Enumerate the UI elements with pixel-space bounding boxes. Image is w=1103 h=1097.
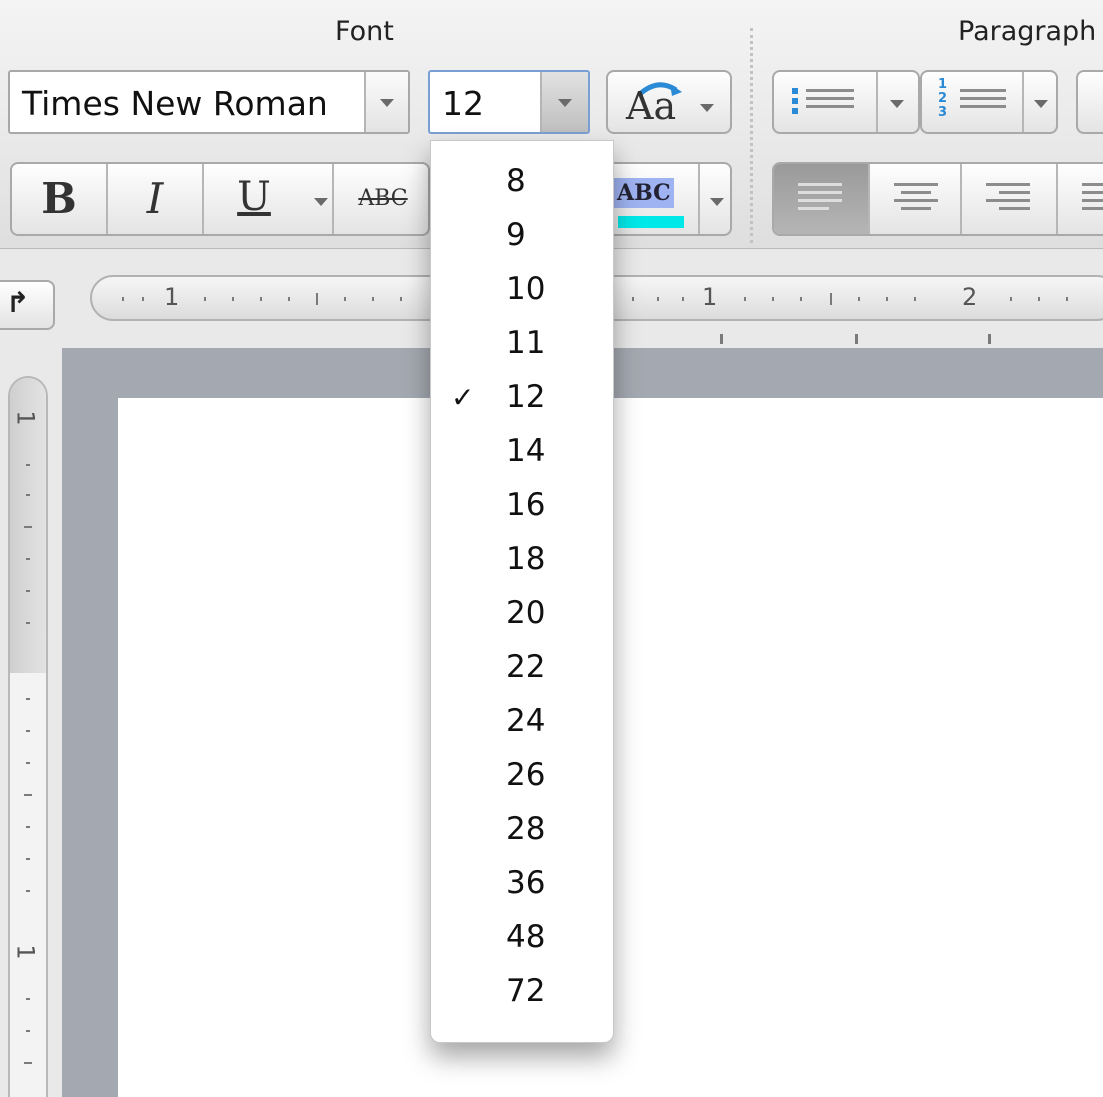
paragraph-group-title: Paragraph	[958, 16, 1097, 47]
strikethrough-button[interactable]: ABC	[334, 164, 432, 234]
bold-label: B	[41, 174, 77, 223]
align-right-button[interactable]	[962, 164, 1058, 234]
italic-label: I	[146, 174, 164, 223]
justify-button[interactable]	[1058, 164, 1103, 234]
font-size-menu[interactable]: 8 9 10 11 ✓ 12 14 16 18 20 22 24 26 28 3…	[430, 140, 614, 1043]
font-size-option-12[interactable]: ✓ 12	[431, 373, 613, 427]
ruler-label: 2	[962, 283, 978, 311]
font-size-option-28[interactable]: 28	[431, 805, 613, 859]
align-center-button[interactable]	[870, 164, 962, 234]
strikethrough-label: ABC	[358, 186, 408, 211]
highlight-color-bar	[618, 216, 684, 228]
chevron-down-icon	[700, 104, 714, 112]
align-left-button[interactable]	[774, 164, 870, 234]
font-size-dropdown-button[interactable]	[540, 72, 588, 132]
align-right-icon	[986, 178, 1030, 215]
tab-selector-button[interactable]: ↱	[0, 280, 55, 330]
font-size-option-9[interactable]: 9	[431, 211, 613, 265]
bullet-list-icon	[806, 84, 854, 113]
bold-button[interactable]: B	[12, 164, 108, 234]
font-size-option-22[interactable]: 22	[431, 643, 613, 697]
font-size-value: 12	[442, 84, 484, 123]
font-size-option-36[interactable]: 36	[431, 859, 613, 913]
italic-button[interactable]: I	[108, 164, 204, 234]
tab-marker[interactable]	[988, 334, 991, 344]
chevron-down-icon	[314, 198, 328, 206]
font-name-value: Times New Roman	[22, 84, 328, 123]
align-left-icon	[798, 178, 842, 215]
align-center-icon	[894, 178, 938, 215]
ruler-label: 1	[11, 410, 40, 426]
change-case-label: Aa	[626, 84, 677, 128]
font-size-option-10[interactable]: 10	[431, 265, 613, 319]
vertical-ruler[interactable]: 1 1	[8, 376, 48, 1097]
chevron-down-icon	[710, 198, 724, 206]
font-size-option-24[interactable]: 24	[431, 697, 613, 751]
font-size-option-8[interactable]: 8	[431, 157, 613, 211]
font-name-combobox[interactable]: Times New Roman	[8, 70, 410, 134]
font-size-option-16[interactable]: 16	[431, 481, 613, 535]
underline-button[interactable]: U	[204, 164, 334, 234]
font-size-option-48[interactable]: 48	[431, 913, 613, 967]
chevron-down-icon	[380, 99, 394, 107]
font-size-option-26[interactable]: 26	[431, 751, 613, 805]
tab-marker[interactable]	[720, 334, 723, 344]
font-size-option-11[interactable]: 11	[431, 319, 613, 373]
chevron-down-icon	[890, 100, 904, 108]
ruler-label: 1	[702, 283, 718, 311]
group-divider	[750, 28, 753, 243]
text-format-group: B I U ABC	[10, 162, 430, 236]
change-case-button[interactable]: Aa	[606, 70, 732, 134]
divider	[698, 164, 700, 234]
tab-marker[interactable]	[855, 334, 858, 344]
bullet-list-button[interactable]	[772, 70, 920, 134]
chevron-down-icon	[1034, 100, 1048, 108]
numbers-glyph: 123	[938, 77, 948, 120]
font-size-option-18[interactable]: 18	[431, 535, 613, 589]
font-size-combobox[interactable]: 12	[428, 70, 590, 134]
numbered-list-button[interactable]: 123	[920, 70, 1058, 134]
font-group-title: Font	[335, 16, 394, 47]
checkmark-icon: ✓	[451, 381, 475, 414]
font-size-option-14[interactable]: 14	[431, 427, 613, 481]
multilevel-list-button[interactable]	[1076, 70, 1103, 134]
bullet-dots	[792, 84, 798, 118]
underline-label: U	[237, 174, 271, 220]
chevron-down-icon	[558, 99, 572, 107]
alignment-group	[772, 162, 1103, 236]
font-name-dropdown-button[interactable]	[364, 72, 408, 132]
ruler-label: 1	[164, 283, 180, 311]
highlight-label: ABC	[614, 178, 674, 208]
numbered-list-icon	[960, 84, 1006, 113]
font-size-option-72[interactable]: 72	[431, 967, 613, 1021]
tab-stop-icon: ↱	[6, 286, 30, 319]
font-size-option-20[interactable]: 20	[431, 589, 613, 643]
justify-icon	[1082, 178, 1103, 215]
ruler-label: 1	[11, 944, 40, 960]
